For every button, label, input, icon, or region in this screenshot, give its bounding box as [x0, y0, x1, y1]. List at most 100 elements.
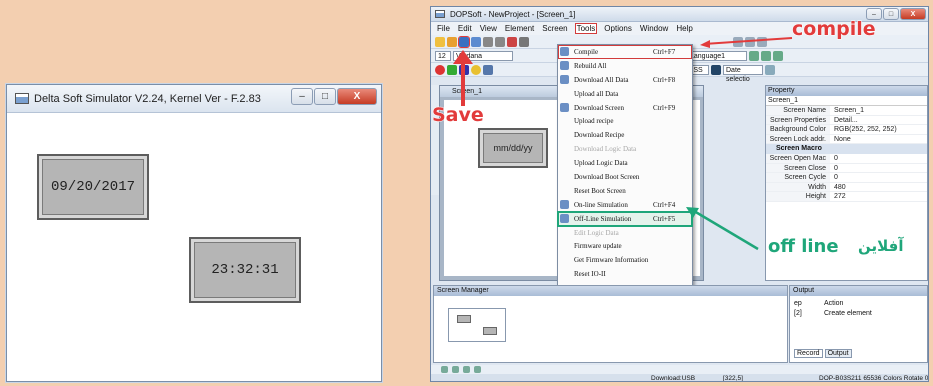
- menu-item-online-simulation[interactable]: On-line Simulation Ctrl+F4: [558, 198, 692, 212]
- minimize-button[interactable]: –: [291, 88, 313, 105]
- align-right-icon[interactable]: [463, 366, 470, 373]
- dopsoft-window: DOPSoft - NewProject - [Screen_1] – □ X …: [430, 6, 929, 382]
- menu-item-upload-all-data[interactable]: Upload all Data: [558, 87, 692, 101]
- menu-item-download-recipe[interactable]: Download Recipe: [558, 128, 692, 142]
- language-select[interactable]: Language1: [687, 50, 747, 61]
- distribute-icon[interactable]: [474, 366, 481, 373]
- new-file-icon[interactable]: [435, 36, 445, 47]
- simulator-window: Delta Soft Simulator V2.24, Kernel Ver -…: [6, 84, 382, 382]
- menu-element[interactable]: Element: [505, 24, 534, 33]
- annotation-save: Save: [432, 104, 485, 127]
- property-row[interactable]: Screen Lock addr. None: [766, 134, 927, 144]
- menu-window[interactable]: Window: [640, 24, 668, 33]
- menu-edit[interactable]: Edit: [458, 24, 472, 33]
- output-row[interactable]: [2] Create element: [790, 307, 927, 317]
- button-element-icon[interactable]: [435, 64, 445, 75]
- menu-item-reset-io[interactable]: Reset IO-II: [558, 267, 692, 281]
- download-icon: [560, 75, 569, 85]
- date-element[interactable]: mm/dd/yy: [478, 128, 548, 168]
- simulator-screen: 09/20/2017 23:32:31: [7, 114, 381, 381]
- rebuild-icon: [560, 61, 569, 71]
- menu-options[interactable]: Options: [604, 24, 632, 33]
- property-row[interactable]: Screen Cycle Macro0: [766, 173, 927, 191]
- save-icon[interactable]: [458, 35, 470, 48]
- menu-item-download-boot-screen[interactable]: Download Boot Screen: [558, 170, 692, 184]
- app-window-icon: [15, 93, 29, 104]
- close-button[interactable]: X: [900, 8, 926, 20]
- tab-output[interactable]: Output: [824, 349, 852, 358]
- status-model: DOP-B03S211 65536 Colors Rotate 0 (: [819, 375, 929, 382]
- screen-manager-header: Screen Manager: [434, 286, 787, 296]
- menu-item-get-firmware-information[interactable]: Get Firmware Information: [558, 253, 692, 267]
- align-left-icon[interactable]: [441, 366, 448, 373]
- menu-item-download-all-data[interactable]: Download All Data Ctrl+F8: [558, 73, 692, 87]
- date-format-select[interactable]: Date selectio: [723, 64, 763, 83]
- close-button[interactable]: X: [337, 88, 377, 105]
- grid-icon[interactable]: [761, 50, 771, 61]
- tools-dropdown-menu: Compile Ctrl+F7 Rebuild All Download All …: [557, 44, 693, 294]
- align-center-icon[interactable]: [452, 366, 459, 373]
- menu-item-download-screen[interactable]: Download Screen Ctrl+F9: [558, 101, 692, 115]
- font-size-select[interactable]: 12: [435, 50, 451, 61]
- property-row[interactable]: Background Color RGB(252, 252, 252): [766, 125, 927, 135]
- annotation-compile: compile: [792, 18, 877, 41]
- redo-icon[interactable]: [495, 36, 505, 47]
- menu-file[interactable]: File: [437, 24, 450, 33]
- menu-item-rebuild-all[interactable]: Rebuild All: [558, 59, 692, 73]
- date-display[interactable]: 09/20/2017: [37, 154, 149, 220]
- property-object-select[interactable]: Screen_1: [766, 96, 927, 106]
- offline-simulation-icon: [560, 214, 569, 224]
- menu-item-upload-logic-data[interactable]: Upload Logic Data: [558, 156, 692, 170]
- chart-element-icon[interactable]: [483, 64, 493, 75]
- compile-icon: [560, 47, 569, 57]
- window-controls: – □ X: [291, 88, 377, 105]
- property-header: Property: [766, 86, 927, 96]
- property-row[interactable]: Screen Open Mac 0: [766, 154, 927, 164]
- output-panel: Output ep Action [2] Create element Reco…: [789, 285, 928, 363]
- element-side-toolbar: [431, 85, 439, 195]
- maximize-button[interactable]: □: [314, 88, 336, 105]
- screen-thumbnail[interactable]: [448, 308, 506, 342]
- maximize-button[interactable]: □: [883, 8, 899, 20]
- screen-manager-panel: Screen Manager: [433, 285, 788, 363]
- app-window-icon: [435, 10, 445, 18]
- property-icon[interactable]: [765, 64, 775, 75]
- align-icon[interactable]: [749, 50, 759, 61]
- online-simulation-icon: [560, 200, 569, 210]
- offline-arrow-icon: [686, 207, 759, 251]
- menu-item-offline-simulation[interactable]: Off-Line Simulation Ctrl+F5: [557, 210, 693, 227]
- undo-icon[interactable]: [483, 36, 493, 47]
- save-all-icon[interactable]: [471, 36, 481, 47]
- date-element-icon[interactable]: [711, 64, 721, 75]
- status-bar: Download:USB [322,5] DOP-B03S211 65536 C…: [431, 374, 929, 382]
- save-arrow-icon: [453, 50, 473, 106]
- menu-item-edit-logic-data[interactable]: Edit Logic Data: [558, 226, 692, 240]
- menu-view[interactable]: View: [480, 24, 497, 33]
- menu-item-upload-recipe[interactable]: Upload recipe: [558, 114, 692, 128]
- property-row[interactable]: Screen Name Screen_1: [766, 106, 927, 116]
- status-coords: [322,5]: [723, 375, 743, 382]
- download-screen-icon: [560, 103, 569, 112]
- output-header: Output: [790, 286, 927, 296]
- tab-record[interactable]: Record: [794, 349, 823, 358]
- menu-item-reset-boot-screen[interactable]: Reset Boot Screen: [558, 184, 692, 198]
- cut-icon[interactable]: [507, 36, 517, 47]
- menu-item-compile[interactable]: Compile Ctrl+F7: [558, 45, 692, 59]
- time-display[interactable]: 23:32:31: [189, 237, 301, 303]
- dopsoft-title: DOPSoft - NewProject - [Screen_1]: [450, 9, 576, 19]
- layer-icon[interactable]: [773, 50, 783, 61]
- menu-tools[interactable]: Tools: [574, 23, 598, 34]
- output-col-step: ep: [794, 300, 802, 307]
- menu-help[interactable]: Help: [676, 24, 692, 33]
- annotation-offline: off line: [768, 236, 840, 258]
- open-folder-icon[interactable]: [447, 36, 457, 47]
- property-group-screen-macro[interactable]: Screen Macro: [766, 144, 927, 154]
- menu-screen[interactable]: Screen: [542, 24, 567, 33]
- menu-item-firmware-update[interactable]: Firmware update: [558, 239, 692, 253]
- property-row[interactable]: Screen Properties Detail...: [766, 115, 927, 125]
- property-row[interactable]: Width 480: [766, 182, 927, 192]
- copy-icon[interactable]: [519, 36, 529, 47]
- property-row[interactable]: Height 272: [766, 192, 927, 202]
- property-row[interactable]: Screen Close Macro0: [766, 163, 927, 181]
- menu-item-download-logic-data[interactable]: Download Logic Data: [558, 142, 692, 156]
